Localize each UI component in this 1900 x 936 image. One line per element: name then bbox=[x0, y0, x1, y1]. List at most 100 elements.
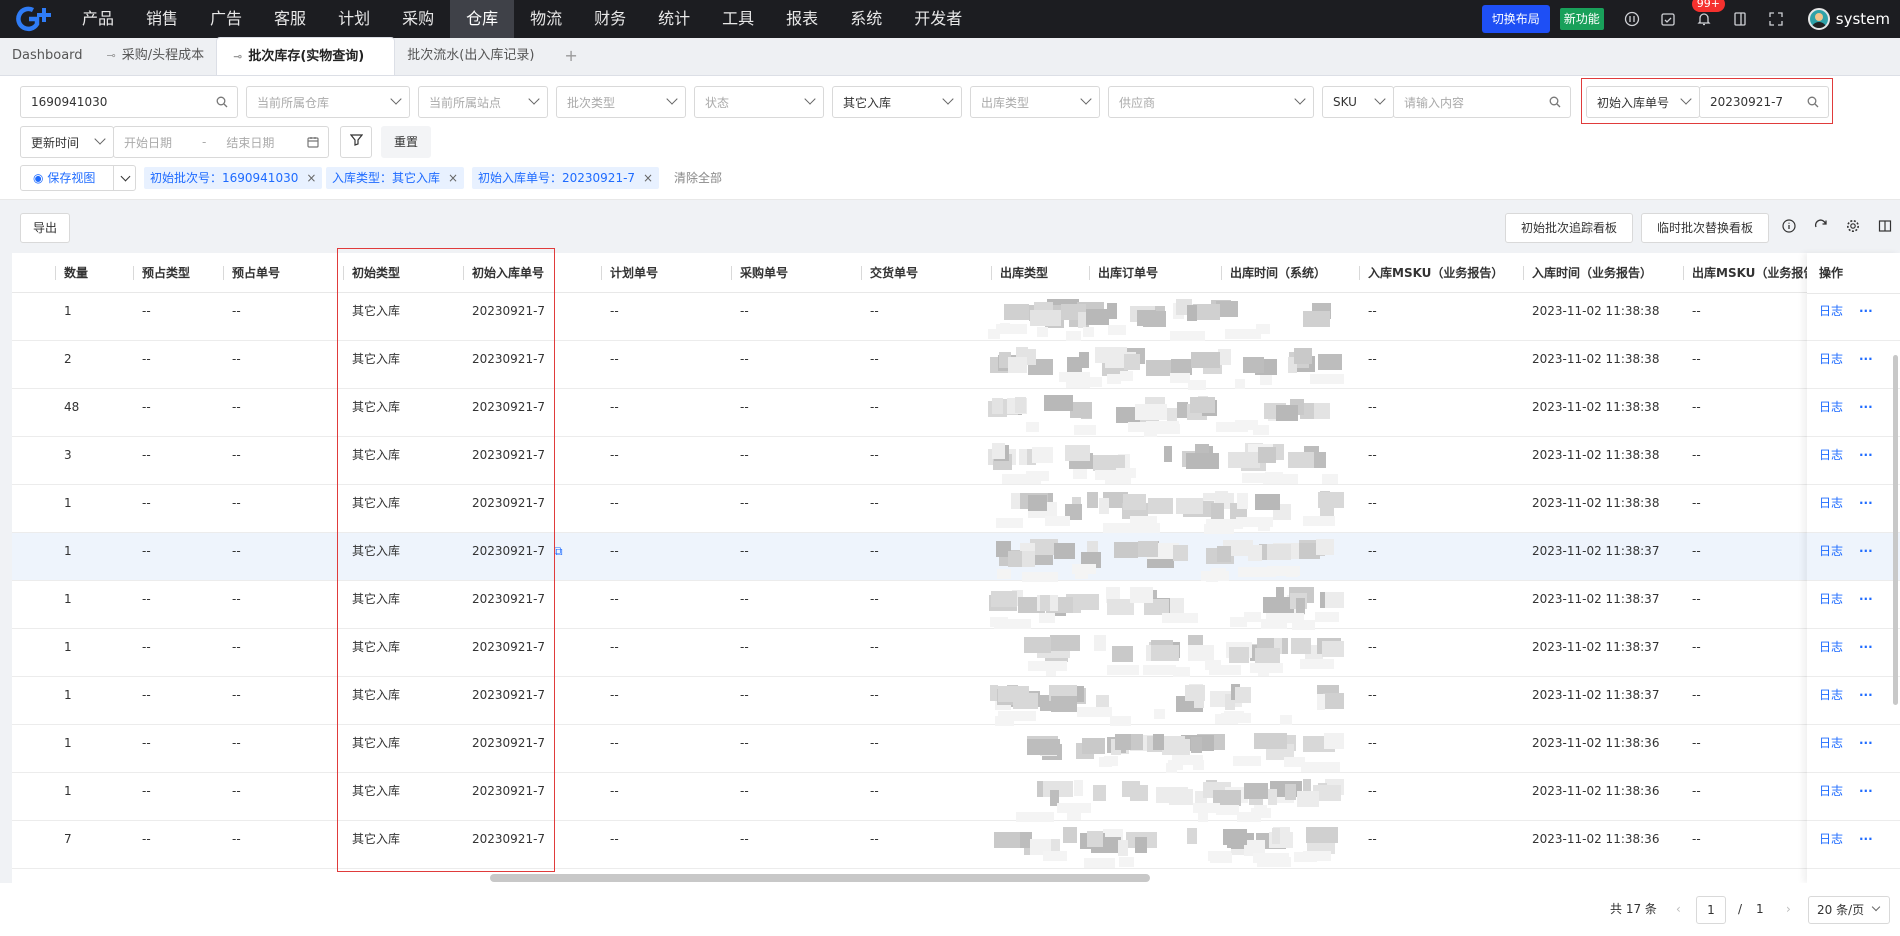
fullscreen-icon[interactable] bbox=[1768, 11, 1784, 27]
tab-0[interactable]: ⊸ 采购/头程成本 bbox=[95, 37, 217, 75]
nav-item-3[interactable]: 客服 bbox=[258, 0, 322, 38]
more-actions-icon[interactable]: ··· bbox=[1859, 632, 1873, 662]
more-actions-icon[interactable]: ··· bbox=[1859, 584, 1873, 614]
close-icon[interactable]: × bbox=[643, 171, 653, 185]
status-select[interactable]: 状态 bbox=[694, 86, 824, 118]
column-divider[interactable] bbox=[55, 266, 56, 280]
more-actions-icon[interactable]: ··· bbox=[1859, 488, 1873, 518]
nav-item-8[interactable]: 财务 bbox=[578, 0, 642, 38]
columns-icon[interactable] bbox=[1878, 219, 1892, 237]
column-header-1[interactable]: 预占类型 bbox=[133, 253, 190, 293]
nav-item-12[interactable]: 系统 bbox=[834, 0, 898, 38]
filter-button[interactable] bbox=[340, 126, 372, 158]
pin-icon[interactable]: ⊸ bbox=[107, 37, 116, 75]
filter-chip-inbound-type[interactable]: 入库类型：其它入库 × bbox=[326, 167, 465, 189]
column-divider[interactable] bbox=[133, 266, 134, 280]
more-actions-icon[interactable]: ··· bbox=[1859, 440, 1873, 470]
nav-item-6[interactable]: 仓库 bbox=[450, 0, 515, 38]
copy-icon[interactable]: ⧉ bbox=[554, 536, 563, 566]
pin-icon[interactable]: ⊸ bbox=[233, 38, 242, 76]
supplier-select[interactable]: 供应商 bbox=[1108, 86, 1314, 118]
table-row[interactable]: 1 -- -- 其它入库 20230921-7 -- -- -- -- 2023-11-02 11… bbox=[12, 773, 1900, 821]
column-divider[interactable] bbox=[1523, 266, 1524, 280]
info-icon[interactable] bbox=[1782, 219, 1796, 237]
column-divider[interactable] bbox=[731, 266, 732, 280]
column-header-0[interactable]: 数量 bbox=[55, 253, 88, 293]
column-header-6[interactable]: 采购单号 bbox=[731, 253, 788, 293]
log-link[interactable]: 日志 bbox=[1819, 536, 1843, 566]
batch-replace-board-button[interactable]: 临时批次替换看板 bbox=[1641, 213, 1769, 243]
nav-item-13[interactable]: 开发者 bbox=[898, 0, 978, 38]
column-divider[interactable] bbox=[861, 266, 862, 280]
table-row[interactable]: 3 -- -- 其它入库 20230921-7 -- -- -- -- 2023-11-02 11… bbox=[12, 437, 1900, 485]
batch-trace-board-button[interactable]: 初始批次追踪看板 bbox=[1505, 213, 1633, 243]
nav-item-5[interactable]: 采购 bbox=[386, 0, 450, 38]
log-link[interactable]: 日志 bbox=[1819, 680, 1843, 710]
current-page-input[interactable]: 1 bbox=[1696, 896, 1726, 924]
nav-item-9[interactable]: 统计 bbox=[642, 0, 706, 38]
search-icon[interactable] bbox=[216, 96, 228, 111]
log-link[interactable]: 日志 bbox=[1819, 776, 1843, 806]
time-field-select[interactable]: 更新时间 bbox=[20, 126, 114, 158]
bell-icon[interactable]: 99+ bbox=[1691, 0, 1725, 27]
search-icon[interactable] bbox=[1549, 96, 1561, 111]
nav-item-4[interactable]: 计划 bbox=[322, 0, 386, 38]
column-divider[interactable] bbox=[1359, 266, 1360, 280]
column-divider[interactable] bbox=[1683, 266, 1684, 280]
vertical-scrollbar[interactable] bbox=[1893, 355, 1898, 705]
close-icon[interactable]: × bbox=[448, 171, 458, 185]
next-page-icon[interactable]: › bbox=[1786, 883, 1791, 936]
table-row[interactable]: 1 -- -- 其它入库 20230921-7 -- -- -- -- 2023-11-02 11… bbox=[12, 533, 1900, 581]
column-header-12[interactable]: 入库时间（业务报告） bbox=[1523, 253, 1652, 293]
page-size-select[interactable]: 20 条/页 bbox=[1808, 896, 1890, 924]
more-actions-icon[interactable]: ··· bbox=[1859, 680, 1873, 710]
more-actions-icon[interactable]: ··· bbox=[1859, 824, 1873, 854]
info-circle-icon[interactable] bbox=[1624, 11, 1640, 27]
chevron-down-icon[interactable] bbox=[120, 171, 131, 182]
horizontal-scrollbar[interactable] bbox=[490, 874, 1150, 882]
sku-input[interactable]: 请输入内容 bbox=[1393, 86, 1571, 118]
more-actions-icon[interactable]: ··· bbox=[1859, 536, 1873, 566]
nav-item-0[interactable]: 产品 bbox=[66, 0, 130, 38]
table-row[interactable]: 48 -- -- 其它入库 20230921-7 -- -- -- -- 2023-11-02 1… bbox=[12, 389, 1900, 437]
log-link[interactable]: 日志 bbox=[1819, 488, 1843, 518]
username[interactable]: system bbox=[1836, 10, 1890, 28]
nav-item-7[interactable]: 物流 bbox=[514, 0, 578, 38]
table-row[interactable]: 2 -- -- 其它入库 20230921-7 -- -- -- -- 2023-11-02 11… bbox=[12, 341, 1900, 389]
station-select[interactable]: 当前所属站点 bbox=[418, 86, 548, 118]
switch-layout-button[interactable]: 切换布局 bbox=[1481, 5, 1550, 33]
log-link[interactable]: 日志 bbox=[1819, 824, 1843, 854]
save-view-button[interactable]: ◉ 保存视图 bbox=[20, 165, 136, 191]
nav-item-11[interactable]: 报表 bbox=[770, 0, 834, 38]
table-row[interactable]: 1 -- -- 其它入库 20230921-7 -- -- -- -- 2023-11-02 11… bbox=[12, 485, 1900, 533]
file-icon[interactable] bbox=[1732, 11, 1748, 27]
batch-number-input[interactable]: 1690941030 bbox=[20, 86, 238, 118]
table-row[interactable]: 1 -- -- 其它入库 20230921-7 -- -- -- -- 2023-11-02 11… bbox=[12, 581, 1900, 629]
more-actions-icon[interactable]: ··· bbox=[1859, 776, 1873, 806]
add-tab-button[interactable]: + bbox=[546, 37, 595, 75]
table-row[interactable]: 7 -- -- 其它入库 20230921-7 -- -- -- -- 2023-11-02 11… bbox=[12, 821, 1900, 869]
prev-page-icon[interactable]: ‹ bbox=[1676, 883, 1681, 936]
user-avatar[interactable] bbox=[1807, 8, 1830, 30]
log-link[interactable]: 日志 bbox=[1819, 632, 1843, 662]
column-divider[interactable] bbox=[601, 266, 602, 280]
clear-all-link[interactable]: 清除全部 bbox=[674, 167, 722, 189]
log-link[interactable]: 日志 bbox=[1819, 728, 1843, 758]
tab-dashboard[interactable]: Dashboard bbox=[0, 37, 95, 75]
task-check-icon[interactable] bbox=[1660, 11, 1676, 27]
refresh-icon[interactable] bbox=[1814, 219, 1828, 237]
log-link[interactable]: 日志 bbox=[1819, 392, 1843, 422]
log-link[interactable]: 日志 bbox=[1819, 440, 1843, 470]
new-feature-badge[interactable]: 新功能 bbox=[1559, 8, 1604, 30]
close-icon[interactable]: × bbox=[306, 171, 316, 185]
filter-chip-inbound-no[interactable]: 初始入库单号：20230921-7 × bbox=[472, 167, 660, 189]
column-header-2[interactable]: 预占单号 bbox=[223, 253, 280, 293]
more-actions-icon[interactable]: ··· bbox=[1859, 296, 1873, 326]
app-logo[interactable] bbox=[0, 0, 66, 38]
settings-gear-icon[interactable] bbox=[1846, 219, 1860, 237]
table-row[interactable]: 1 -- -- 其它入库 20230921-7 -- -- -- -- 2023-11-02 11… bbox=[12, 293, 1900, 341]
warehouse-select[interactable]: 当前所属仓库 bbox=[246, 86, 410, 118]
more-actions-icon[interactable]: ··· bbox=[1859, 392, 1873, 422]
log-link[interactable]: 日志 bbox=[1819, 296, 1843, 326]
table-row[interactable]: 1 -- -- 其它入库 20230921-7 -- -- -- -- 2023-11-02 11… bbox=[12, 677, 1900, 725]
